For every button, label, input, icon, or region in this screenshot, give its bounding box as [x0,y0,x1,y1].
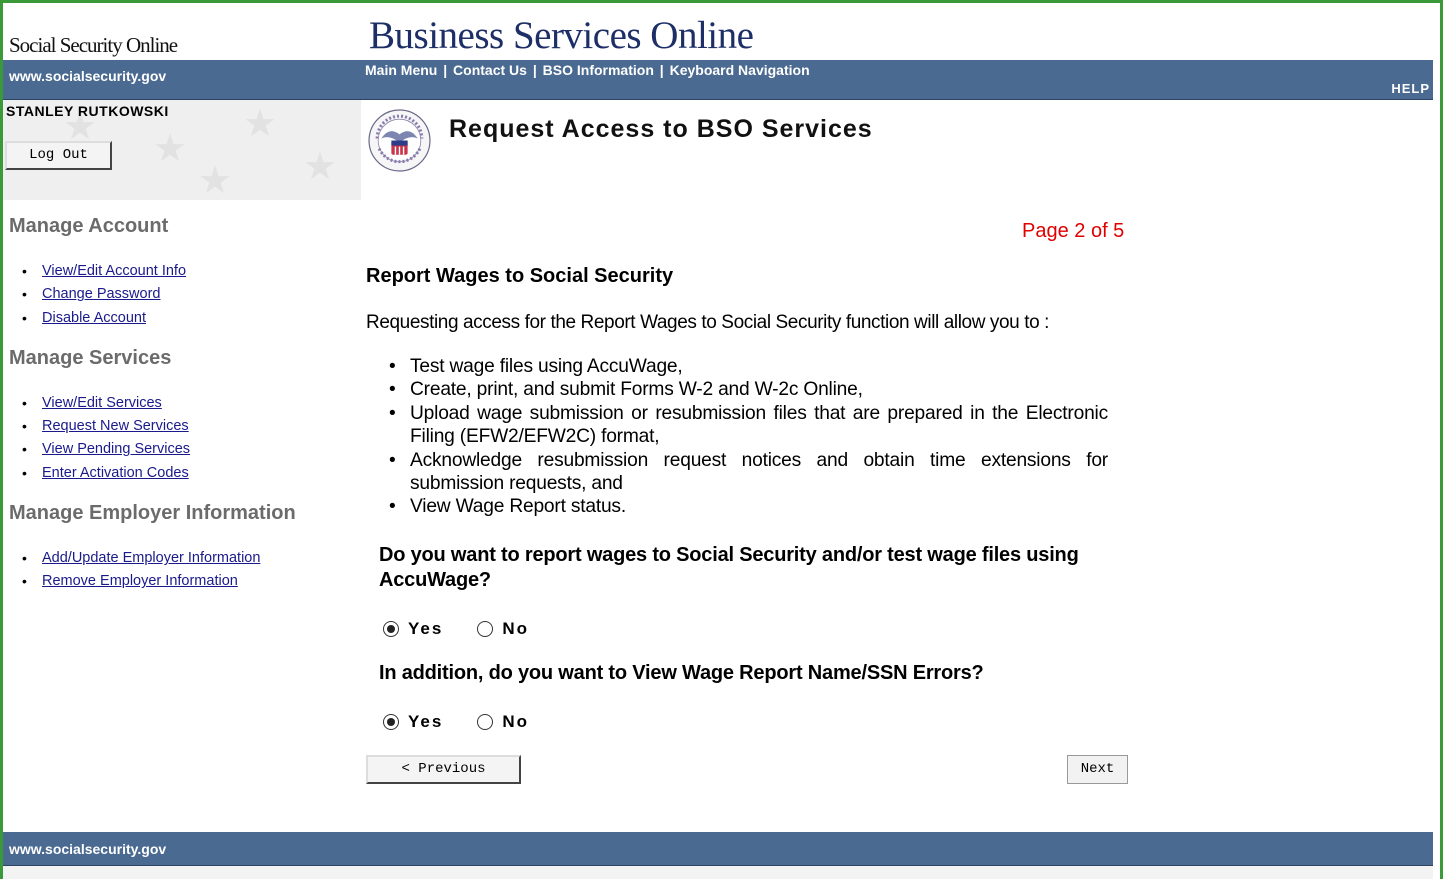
add-update-employer-information-link[interactable]: Add/Update Employer Information [42,550,260,566]
page-indicator: Page 2 of 5 [1022,220,1125,242]
sidebar-item: View Pending Services [21,438,358,462]
star-decoration-icon: ★ [198,160,233,200]
previous-button[interactable]: < Previous [366,755,521,784]
list-item: Create, print, and submit Forms W-2 and … [386,378,1108,402]
radio-group-view-name-ssn-errors: Yes No [383,712,563,732]
logout-button[interactable]: Log Out [5,141,112,170]
radio-name-ssn-errors-no[interactable] [477,714,494,730]
ssa-seal-icon [368,109,431,172]
change-password-link[interactable]: Change Password [42,286,161,302]
nav-separator: | [443,62,448,78]
sidebar-item: Disable Account [21,307,358,331]
main-content: Report Wages to Social Security Requesti… [366,265,1126,519]
nav-separator: | [532,62,537,78]
radio-label-yes: Yes [408,712,444,731]
request-new-services-link[interactable]: Request New Services [42,418,189,434]
radio-group-report-wages: Yes No [383,619,563,639]
footer-strip [3,866,1433,879]
sidebar-heading-manage-employer-information: Manage Employer Information [9,502,296,525]
header-bar: www.socialsecurity.gov Main Menu | Conta… [3,60,1433,100]
sidebar-list-manage-employer-information: Add/Update Employer Information Remove E… [21,547,358,594]
page-heading: Request Access to BSO Services [449,115,873,143]
footer-bar: www.socialsecurity.gov [3,832,1433,866]
sidebar: Manage Account View/Edit Account Info Ch… [3,215,358,611]
radio-label-yes: Yes [408,619,444,638]
help-link[interactable]: HELP [1391,81,1430,96]
radio-name-ssn-errors-yes[interactable] [383,714,399,730]
nav-separator: | [659,62,664,78]
remove-employer-information-link[interactable]: Remove Employer Information [42,573,238,589]
radio-label-no: No [502,712,529,731]
sidebar-item: View/Edit Account Info [21,260,358,284]
nav-bso-information[interactable]: BSO Information [543,62,654,78]
sidebar-item: Remove Employer Information [21,570,358,594]
header-top: Social Security Online Business Services… [3,3,1436,60]
section-title: Report Wages to Social Security [366,265,674,287]
radio-label-no: No [502,619,529,638]
sidebar-list-manage-services: View/Edit Services Request New Services … [21,392,358,485]
sidebar-item: Change Password [21,283,358,307]
nav-main-menu[interactable]: Main Menu [365,62,437,78]
star-decoration-icon: ★ [153,128,188,170]
view-edit-services-link[interactable]: View/Edit Services [42,395,162,411]
sidebar-item: Add/Update Employer Information [21,547,358,571]
star-decoration-icon: ★ [303,146,338,188]
sidebar-item: Enter Activation Codes [21,462,358,486]
function-list: Test wage files using AccuWage, Create, … [386,355,1108,519]
list-item: View Wage Report status. [386,495,1108,519]
user-panel: ★ ★ ★ ★ ★ STANLEY RUTKOWSKI Log Out [3,100,361,200]
question-view-name-ssn-errors: In addition, do you want to View Wage Re… [379,662,984,684]
radio-report-wages-yes[interactable] [383,621,399,637]
sidebar-item: View/Edit Services [21,392,358,416]
app-title: Business Services Online [369,14,754,57]
nav-keyboard-navigation[interactable]: Keyboard Navigation [670,62,810,78]
star-decoration-icon: ★ [243,103,278,145]
radio-report-wages-no[interactable] [477,621,494,637]
question-report-wages: Do you want to report wages to Social Se… [379,544,1079,591]
list-item: Upload wage submission or resubmission f… [386,402,1108,449]
brand-logo-text[interactable]: Social Security Online [9,33,178,58]
top-nav: Main Menu | Contact Us | BSO Information… [365,62,810,78]
sidebar-heading-manage-services: Manage Services [9,346,172,369]
sidebar-heading-manage-account: Manage Account [9,215,169,237]
user-name: STANLEY RUTKOWSKI [6,103,169,119]
sidebar-list-manage-account: View/Edit Account Info Change Password D… [21,260,358,330]
list-item: Test wage files using AccuWage, [386,355,1108,379]
list-item: Acknowledge resubmission request notices… [386,449,1108,496]
view-edit-account-info-link[interactable]: View/Edit Account Info [42,263,186,279]
site-url[interactable]: www.socialsecurity.gov [9,68,166,84]
nav-contact-us[interactable]: Contact Us [453,62,527,78]
disable-account-link[interactable]: Disable Account [42,310,146,326]
view-pending-services-link[interactable]: View Pending Services [42,441,190,457]
enter-activation-codes-link[interactable]: Enter Activation Codes [42,465,189,481]
footer-site-url[interactable]: www.socialsecurity.gov [9,841,166,857]
sidebar-item: Request New Services [21,415,358,439]
intro-text: Requesting access for the Report Wages t… [366,312,1050,333]
next-button[interactable]: Next [1067,755,1128,784]
